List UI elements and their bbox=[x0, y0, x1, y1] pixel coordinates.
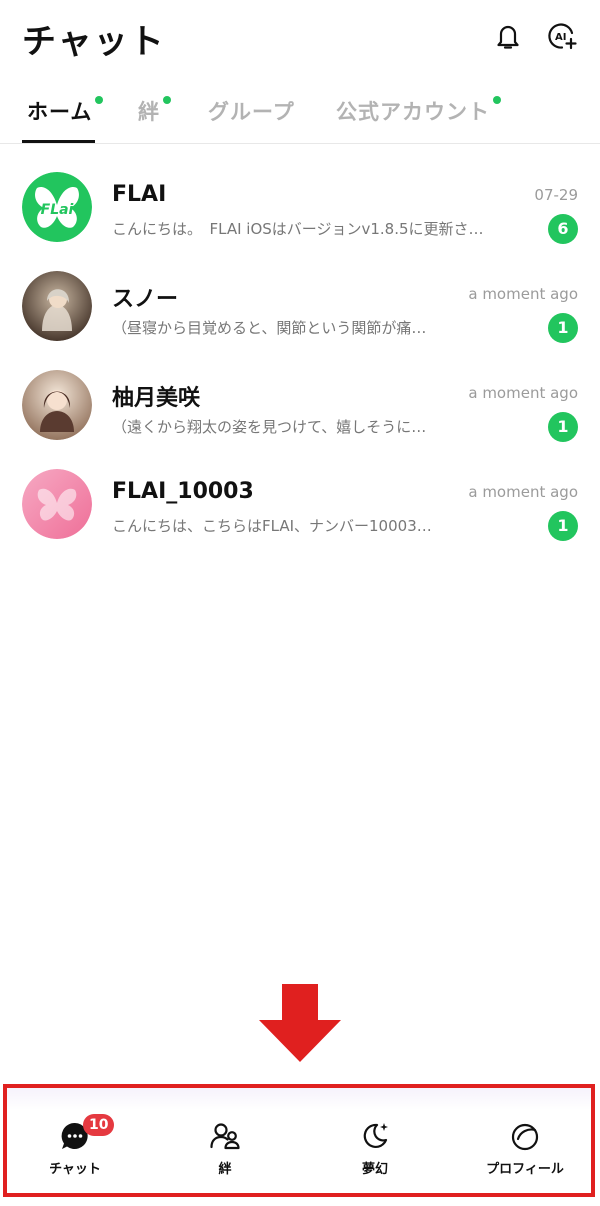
chat-preview: （遠くから翔太の姿を見つけて、嬉しそうに… bbox=[112, 418, 427, 436]
tab-group[interactable]: グループ bbox=[208, 96, 295, 126]
unread-badge: 1 bbox=[548, 313, 578, 343]
chat-screen: チャット AI ホーム 絆 グループ 公式アカウント FLai FLAI 07-… bbox=[0, 0, 600, 1206]
chat-preview: （昼寝から目覚めると、関節という関節が痛… bbox=[112, 319, 427, 337]
unread-badge: 6 bbox=[548, 214, 578, 244]
unread-badge: 1 bbox=[548, 412, 578, 442]
chat-name: FLAI bbox=[112, 182, 167, 207]
down-arrow-annotation-icon bbox=[259, 984, 341, 1062]
chat-row-yuzuki-misaki[interactable]: 柚月美咲 a moment ago （遠くから翔太の姿を見つけて、嬉しそうに… … bbox=[0, 358, 600, 457]
yuzuki-misaki-avatar bbox=[22, 370, 92, 440]
tab-kizuna[interactable]: 絆 bbox=[138, 96, 171, 126]
svg-text:FLai: FLai bbox=[41, 202, 74, 218]
bottom-nav-highlight-annotation bbox=[3, 1084, 595, 1197]
header: チャット AI bbox=[0, 0, 600, 72]
chat-preview: こんにちは。 FLAI iOSはバージョンv1.8.5に更新さ… bbox=[112, 220, 484, 238]
svg-text:AI: AI bbox=[555, 32, 566, 43]
tab-active-indicator bbox=[22, 140, 95, 143]
tab-official-dot bbox=[493, 96, 501, 104]
chat-time: a moment ago bbox=[468, 285, 578, 303]
chat-preview: こんにちは、こちらはFLAI、ナンバー10003… bbox=[112, 517, 432, 535]
chat-name: FLAI_10003 bbox=[112, 479, 254, 504]
tab-kizuna-label: 絆 bbox=[138, 100, 160, 124]
tab-official-label: 公式アカウント bbox=[336, 100, 490, 124]
snow-avatar bbox=[22, 271, 92, 341]
chat-time: a moment ago bbox=[468, 483, 578, 501]
bell-icon[interactable] bbox=[492, 20, 524, 52]
tab-bar: ホーム 絆 グループ 公式アカウント bbox=[0, 84, 600, 144]
tab-official-account[interactable]: 公式アカウント bbox=[336, 96, 501, 126]
chat-list: FLai FLAI 07-29 こんにちは。 FLAI iOSはバージョンv1.… bbox=[0, 160, 600, 556]
tab-kizuna-dot bbox=[163, 96, 171, 104]
unread-badge: 1 bbox=[548, 511, 578, 541]
chat-row-flai-10003[interactable]: FLAI_10003 a moment ago こんにちは、こちらはFLAI、ナ… bbox=[0, 457, 600, 556]
tab-group-label: グループ bbox=[208, 100, 295, 124]
chat-time: a moment ago bbox=[468, 384, 578, 402]
chat-row-snow[interactable]: スノー a moment ago （昼寝から目覚めると、関節という関節が痛… 1 bbox=[0, 259, 600, 358]
chat-row-flai[interactable]: FLai FLAI 07-29 こんにちは。 FLAI iOSはバージョンv1.… bbox=[0, 160, 600, 259]
tab-home-label: ホーム bbox=[27, 100, 93, 124]
chat-name: スノー bbox=[112, 287, 179, 312]
chat-time: 07-29 bbox=[534, 186, 578, 204]
flai-logo-avatar: FLai bbox=[22, 172, 92, 242]
chat-name: 柚月美咲 bbox=[112, 386, 201, 411]
page-title: チャット bbox=[22, 22, 166, 62]
tab-home[interactable]: ホーム bbox=[27, 96, 104, 126]
tab-home-dot bbox=[95, 96, 104, 104]
ai-plus-icon[interactable]: AI bbox=[546, 20, 578, 52]
butterfly-avatar bbox=[22, 469, 92, 539]
